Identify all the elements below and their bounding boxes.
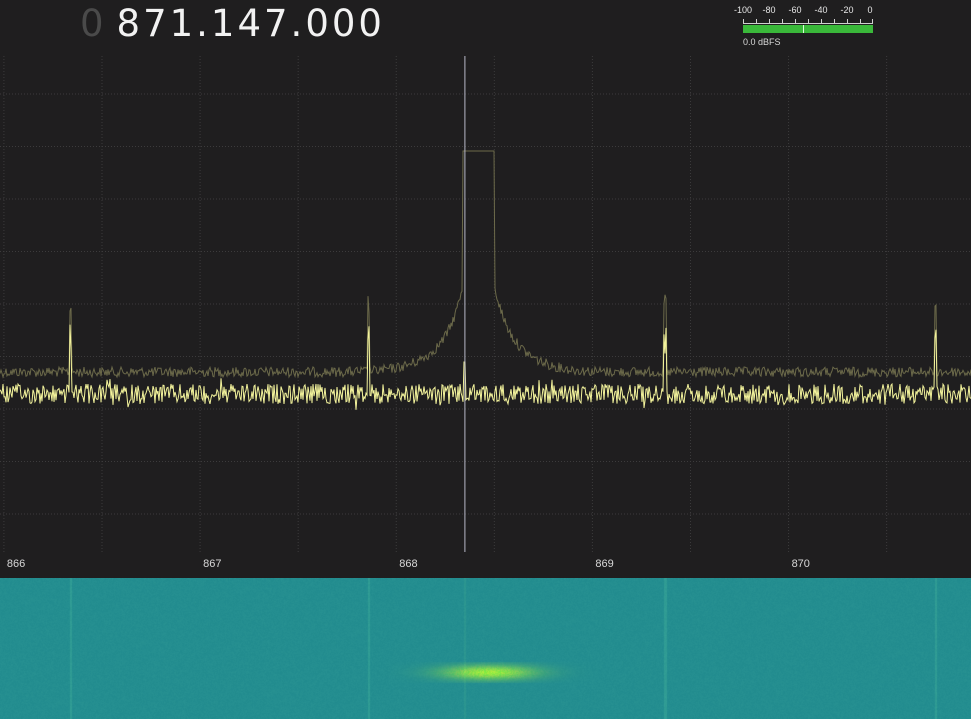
frequency-tick-label: 868 <box>399 558 418 570</box>
sdr-receiver-window: 0 871.147.000 -100 -80 -60 -40 -20 0 0.0 … <box>0 0 971 719</box>
meter-scale-labels: -100 -80 -60 -40 -20 0 <box>733 5 878 17</box>
meter-scale-label: -40 <box>814 5 828 15</box>
meter-level-fill <box>743 25 873 33</box>
meter-tick-scale <box>743 19 873 24</box>
frequency-display[interactable]: 0 871.147.000 <box>80 2 385 46</box>
meter-peak-marker <box>802 25 804 33</box>
peak-hold-trace <box>0 150 971 379</box>
meter-readout: 0.0 dBFS <box>743 37 781 47</box>
frequency-axis: 866 867 868 869 870 <box>0 552 971 578</box>
frequency-tick-label: 866 <box>6 558 26 570</box>
waterfall-display[interactable] <box>0 578 971 719</box>
meter-scale-label: -20 <box>840 5 854 15</box>
meter-bar <box>743 25 873 33</box>
frequency-value[interactable]: 871.147.000 <box>117 2 385 45</box>
spectrum-grid <box>0 56 971 552</box>
frequency-tick-label: 867 <box>203 558 222 570</box>
meter-scale-label: -80 <box>762 5 776 15</box>
frequency-leading-digit[interactable]: 0 <box>80 2 107 45</box>
frequency-tick-label: 869 <box>595 558 614 570</box>
meter-scale-label: -100 <box>733 5 753 15</box>
spectrum-plot[interactable] <box>0 56 971 552</box>
meter-scale-label: -60 <box>788 5 802 15</box>
meter-scale-label: 0 <box>867 5 873 15</box>
signal-level-meter: -100 -80 -60 -40 -20 0 0.0 dBFS <box>733 5 878 49</box>
frequency-tick-label: 870 <box>791 558 810 570</box>
